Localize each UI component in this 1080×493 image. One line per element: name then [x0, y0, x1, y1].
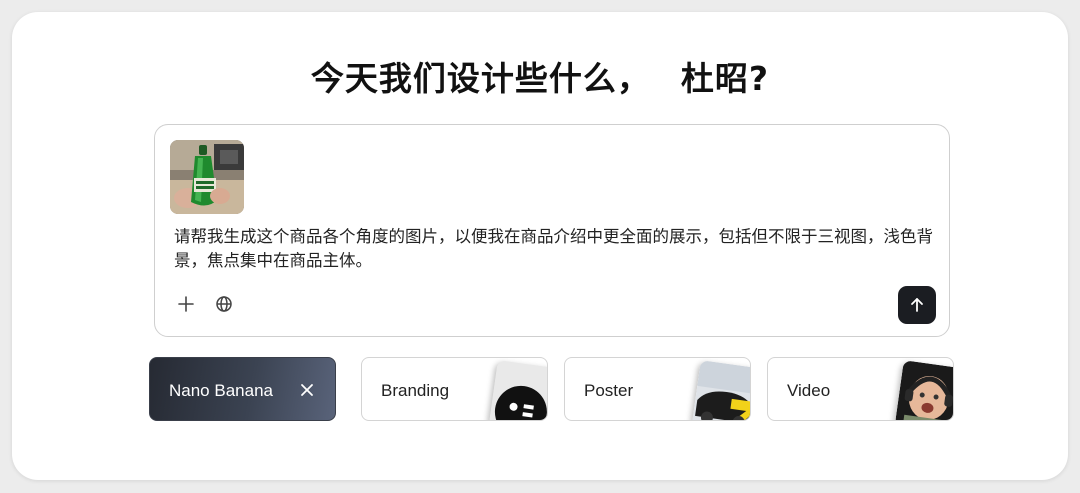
chip-label: Nano Banana [169, 381, 273, 400]
chip-nano-banana[interactable]: Nano Banana [149, 357, 336, 421]
arrow-up-icon [911, 298, 923, 312]
page-title-username: 杜昭? [680, 59, 770, 98]
close-icon[interactable] [297, 380, 317, 400]
chip-branding[interactable]: Branding [361, 357, 548, 421]
chip-poster[interactable]: Poster [564, 357, 751, 421]
chip-video[interactable]: Video [767, 357, 954, 421]
page-title-text: 今天我们设计些什么， [310, 59, 651, 98]
prompt-text[interactable]: 请帮我生成这个商品各个角度的图片，以便我在商品介绍中更全面的展示，包括但不限于三… [174, 225, 936, 273]
car-poster-thumbnail-icon [691, 360, 750, 420]
plus-icon[interactable] [172, 290, 200, 318]
product-photo-icon[interactable] [170, 140, 244, 214]
baby-video-thumbnail-icon [894, 360, 953, 420]
page-title: 今天我们设计些什么， 杜昭? [0, 52, 1080, 100]
chip-label: Branding [381, 381, 450, 400]
prompt-box[interactable]: 请帮我生成这个商品各个角度的图片，以便我在商品介绍中更全面的展示，包括但不限于三… [154, 124, 950, 337]
chip-label: Poster [584, 381, 634, 400]
globe-icon[interactable] [210, 290, 238, 318]
send-button[interactable] [898, 286, 936, 324]
chip-label: Video [787, 381, 831, 400]
branding-thumbnail-icon [488, 360, 547, 420]
